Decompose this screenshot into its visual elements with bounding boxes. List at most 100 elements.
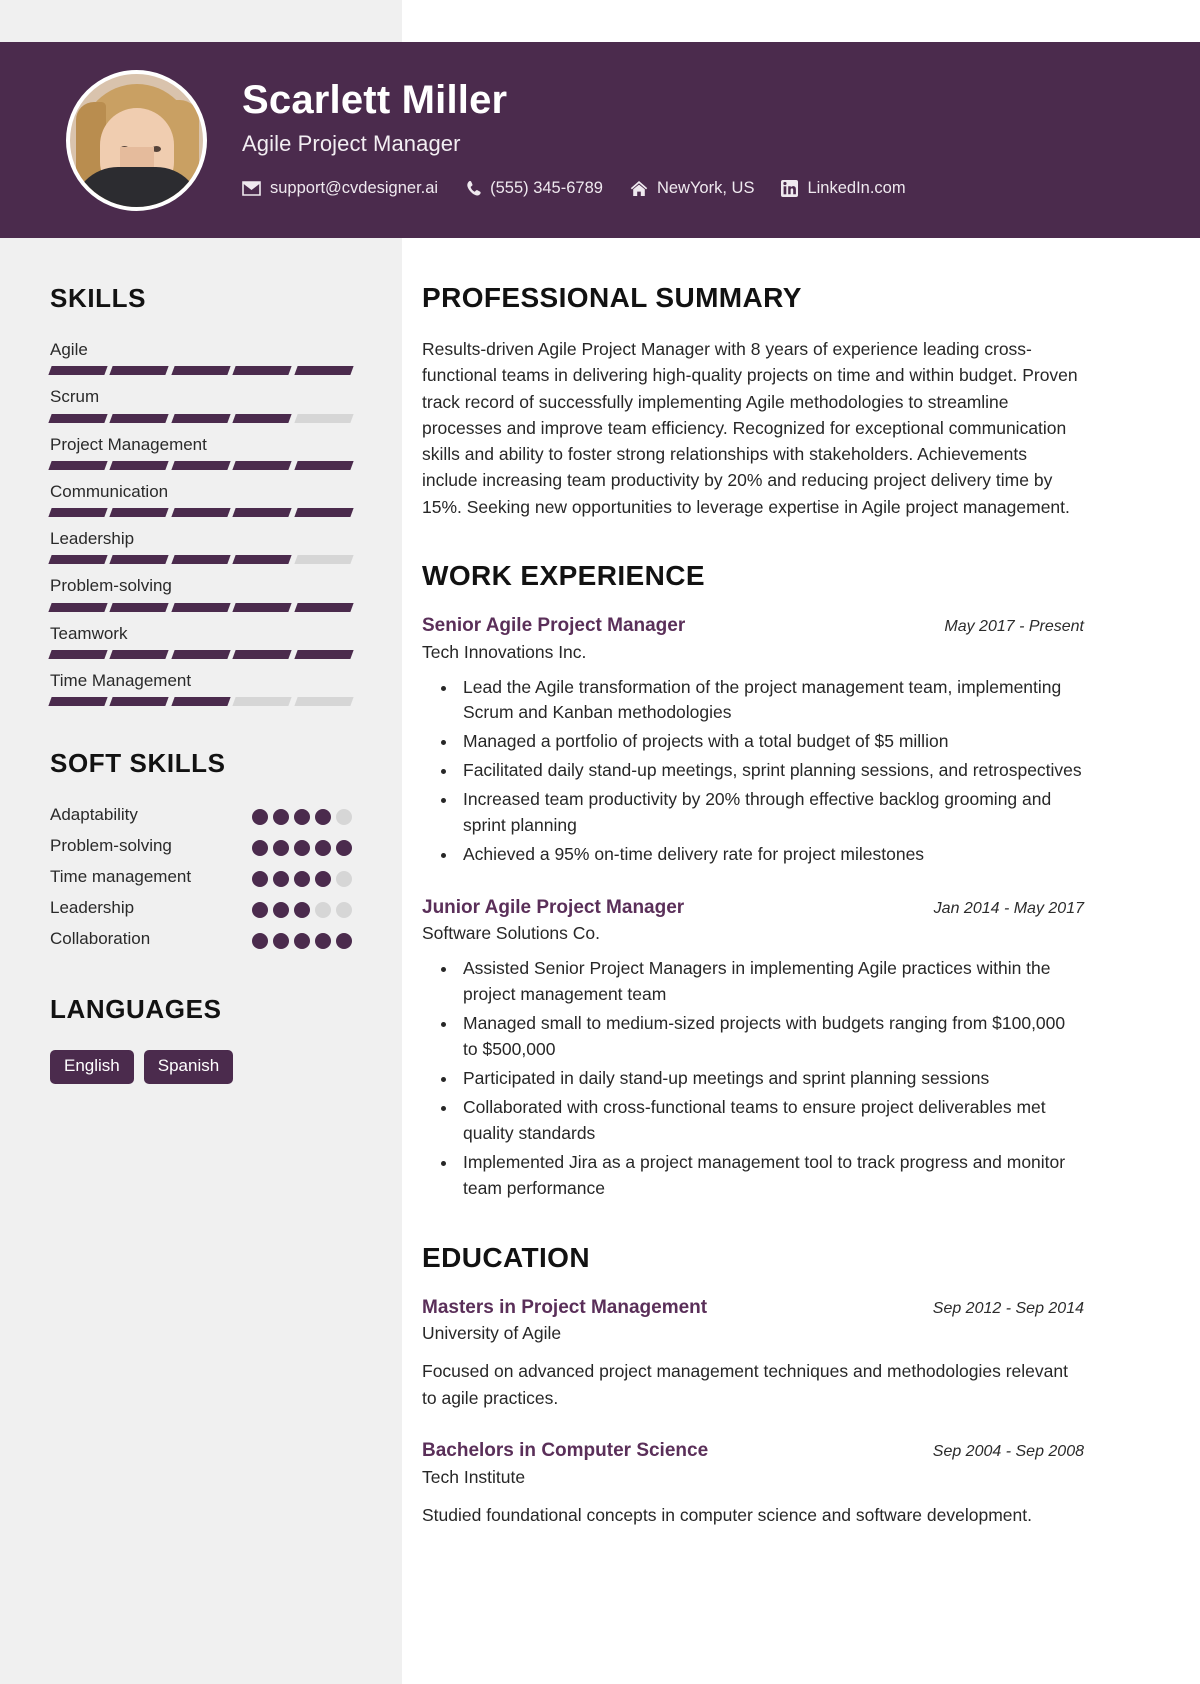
experience-entry: Junior Agile Project Manager Jan 2014 - M… [422, 896, 1084, 1202]
education-entry: Masters in Project Management Sep 2012 - … [422, 1296, 1084, 1411]
contact-email[interactable]: support@cvdesigner.ai [242, 179, 438, 198]
skill-bar-segment [293, 697, 354, 706]
skill-row: Scrum [48, 386, 354, 423]
soft-skill-rating [252, 897, 352, 919]
skill-bar-segment [48, 413, 109, 423]
main-column: PROFESSIONAL SUMMARY Results-driven Agil… [402, 238, 1200, 1532]
rating-dot [252, 840, 268, 857]
rating-dot [294, 933, 310, 950]
candidate-name: Scarlett Miller [242, 78, 508, 122]
rating-dot [315, 871, 331, 888]
experience-bullets: Assisted Senior Project Managers in impl… [422, 956, 1084, 1201]
experience-entry-header: Junior Agile Project Manager Jan 2014 - M… [422, 896, 1084, 920]
experience-list: Senior Agile Project Manager May 2017 - P… [422, 614, 1084, 1202]
soft-skill-row: Time management [50, 866, 352, 888]
envelope-icon [242, 181, 261, 196]
skill-bar-segment [48, 366, 109, 376]
rating-dot [252, 871, 268, 888]
experience-bullets: Lead the Agile transformation of the pro… [422, 675, 1084, 868]
skill-bar-segment [48, 508, 109, 517]
language-pill: Spanish [143, 1050, 234, 1085]
experience-bullet: Participated in daily stand-up meetings … [458, 1066, 1084, 1092]
skill-label: Scrum [50, 387, 100, 407]
contact-linkedin[interactable]: LinkedIn.com [781, 179, 906, 198]
skill-label: Communication [50, 481, 169, 501]
experience-company: Software Solutions Co. [422, 923, 601, 944]
rating-dot [336, 902, 352, 919]
education-heading: EDUCATION [422, 1241, 590, 1273]
skill-bar-segment [171, 508, 231, 517]
education-list: Masters in Project Management Sep 2012 - … [422, 1296, 1084, 1528]
soft-skills-section: SOFT SKILLS Adaptability Problem-solving T… [50, 748, 352, 950]
skill-label: Project Management [50, 434, 207, 454]
skill-bar-segment [293, 508, 354, 517]
contact-linkedin-text: LinkedIn.com [807, 179, 906, 197]
header-text-block: Scarlett Miller Agile Project Manager su… [242, 78, 906, 202]
skill-bar-segment [232, 413, 293, 423]
rating-dot [273, 871, 289, 888]
experience-bullet: Collaborated with cross-functional teams… [458, 1095, 1084, 1147]
soft-skill-label: Time management [50, 867, 192, 887]
skill-bar [48, 460, 354, 470]
education-degree: Bachelors in Computer Science [422, 1439, 709, 1461]
contact-phone[interactable]: (555) 345-6789 [465, 179, 603, 198]
skill-bar-segment [109, 555, 170, 565]
experience-role: Junior Agile Project Manager [422, 896, 685, 918]
skill-bar-segment [171, 413, 231, 423]
summary-heading: PROFESSIONAL SUMMARY [422, 282, 802, 313]
skill-bar-segment [232, 366, 293, 376]
rating-dot [315, 840, 331, 857]
experience-bullet: Implemented Jira as a project management… [458, 1150, 1084, 1202]
skill-row: Leadership [48, 528, 354, 565]
contact-location[interactable]: NewYork, US [630, 179, 754, 198]
skill-bar-segment [232, 555, 293, 565]
skill-row: Project Management [48, 434, 354, 470]
home-icon [630, 180, 648, 197]
skill-bar-segment [48, 649, 109, 659]
skill-bar [48, 602, 354, 612]
experience-role: Senior Agile Project Manager [422, 614, 686, 636]
rating-dot [294, 902, 310, 919]
rating-dot [273, 902, 289, 919]
experience-bullet: Assisted Senior Project Managers in impl… [458, 956, 1084, 1008]
skill-bar-segment [293, 366, 354, 376]
skill-bar-segment [232, 697, 293, 706]
rating-dot [336, 840, 352, 857]
resume-page: Scarlett Miller Agile Project Manager su… [0, 0, 1200, 1684]
skill-bar-segment [171, 555, 231, 565]
education-school: University of Agile [422, 1323, 562, 1344]
summary-text: Results-driven Agile Project Manager wit… [422, 339, 1078, 517]
rating-dot [294, 809, 310, 825]
resume-header: Scarlett Miller Agile Project Manager su… [0, 42, 1200, 238]
skill-bar-segment [48, 697, 109, 706]
skill-bar-segment [171, 366, 231, 376]
skill-bar [48, 649, 354, 659]
rating-dot [315, 933, 331, 950]
skill-bar [48, 413, 354, 423]
skill-label: Problem-solving [50, 576, 172, 596]
soft-skill-label: Adaptability [50, 805, 138, 824]
rating-dot [294, 871, 310, 888]
experience-date: Jan 2014 - May 2017 [933, 899, 1084, 917]
soft-skill-row: Collaboration [50, 928, 352, 950]
skill-row: Teamwork [48, 623, 354, 659]
skill-bar-segment [109, 697, 170, 706]
education-description: Focused on advanced project management t… [422, 1361, 1068, 1408]
skill-label: Time Management [50, 670, 192, 690]
education-date: Sep 2012 - Sep 2014 [932, 1299, 1084, 1317]
rating-dot [273, 933, 289, 950]
soft-skill-row: Problem-solving [50, 835, 352, 857]
rating-dot [273, 809, 289, 825]
skill-label: Teamwork [50, 623, 128, 643]
skill-bar-segment [293, 413, 354, 423]
rating-dot [315, 902, 331, 919]
skill-label: Leadership [50, 529, 135, 548]
soft-skill-row: Adaptability [50, 804, 352, 826]
rating-dot [336, 871, 352, 888]
skill-bar-segment [109, 460, 170, 470]
linkedin-icon [781, 180, 799, 197]
rating-dot [252, 933, 268, 950]
rating-dot [252, 809, 268, 825]
education-entry-header: Bachelors in Computer Science Sep 2004 - … [422, 1439, 1084, 1463]
education-school: Tech Institute [422, 1466, 526, 1487]
